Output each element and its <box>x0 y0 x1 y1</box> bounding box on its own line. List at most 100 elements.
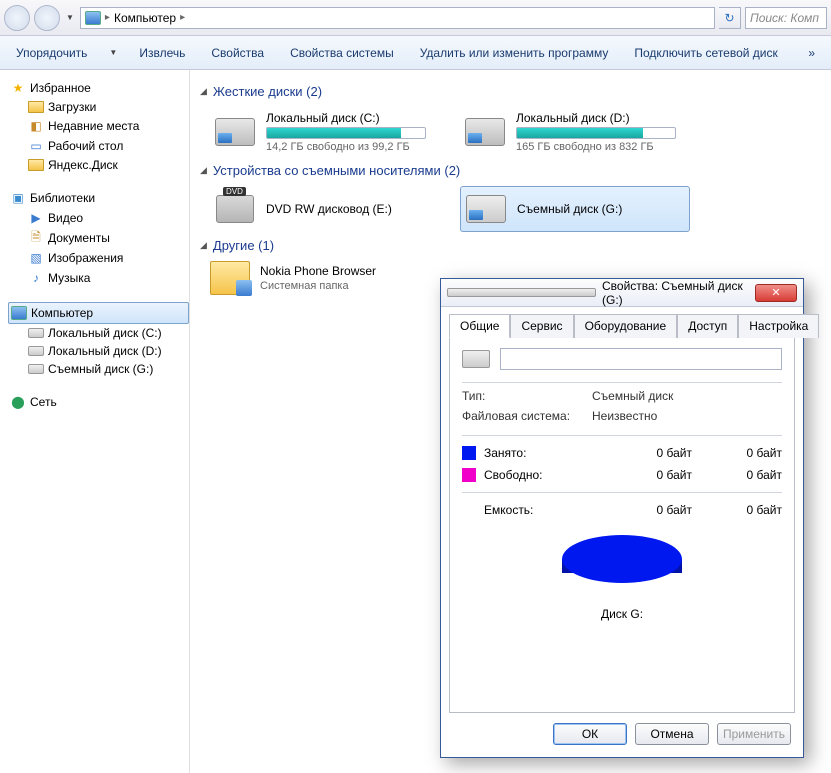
search-placeholder: Поиск: Комп <box>750 11 819 25</box>
close-button[interactable]: ✕ <box>755 284 797 302</box>
properties-button[interactable]: Свойства <box>205 42 270 64</box>
video-icon: ▶ <box>28 210 44 226</box>
capacity-bytes2: 0 байт <box>722 503 782 517</box>
sidebar-item-music[interactable]: ♪Музыка <box>8 268 189 288</box>
section-hard-disks[interactable]: ◢ Жесткие диски (2) <box>200 84 821 99</box>
cancel-button[interactable]: Отмена <box>635 723 709 745</box>
network-icon: ⬤ <box>10 394 26 410</box>
address-segment[interactable]: Компьютер <box>114 11 176 25</box>
disk-caption: Диск G: <box>601 607 643 621</box>
drive-icon <box>28 328 44 338</box>
recent-icon: ◧ <box>28 118 44 134</box>
computer-label: Компьютер <box>31 306 93 320</box>
drive-icon <box>28 364 44 374</box>
libraries-header[interactable]: ▣ Библиотеки <box>8 188 189 208</box>
drive-tile-d[interactable]: Локальный диск (D:) 165 ГБ свободно из 8… <box>460 107 690 157</box>
back-button[interactable] <box>4 5 30 31</box>
section-removable[interactable]: ◢ Устройства со съемными носителями (2) <box>200 163 821 178</box>
drive-icon <box>28 346 44 356</box>
free-color-swatch <box>462 468 476 482</box>
chevron-icon: ▸ <box>105 12 110 23</box>
capacity-bytes: 0 байт <box>632 503 692 517</box>
toolbar-overflow[interactable]: » <box>802 42 821 64</box>
used-bytes2: 0 байт <box>722 446 782 460</box>
system-folder-icon <box>210 261 250 295</box>
removable-disk-icon <box>466 195 506 223</box>
collapse-icon: ◢ <box>200 240 207 251</box>
free-label: Свободно: <box>484 468 543 482</box>
volume-label-input[interactable] <box>500 348 782 370</box>
folder-icon <box>28 101 44 113</box>
computer-icon <box>11 305 27 321</box>
organize-button[interactable]: Упорядочить <box>10 42 93 64</box>
sidebar-item-downloads[interactable]: Загрузки <box>8 98 189 116</box>
search-input[interactable]: Поиск: Комп <box>745 7 827 29</box>
free-bytes2: 0 байт <box>722 468 782 482</box>
used-color-swatch <box>462 446 476 460</box>
sidebar-item-drive-g[interactable]: Съемный диск (G:) <box>8 360 189 378</box>
filesystem-label: Файловая система: <box>462 409 582 423</box>
uninstall-button[interactable]: Удалить или изменить программу <box>414 42 615 64</box>
map-drive-button[interactable]: Подключить сетевой диск <box>628 42 783 64</box>
eject-button[interactable]: Извлечь <box>133 42 191 64</box>
collapse-icon: ◢ <box>200 86 207 97</box>
network-header[interactable]: ⬤ Сеть <box>8 392 189 412</box>
sidebar-item-video[interactable]: ▶Видео <box>8 208 189 228</box>
music-icon: ♪ <box>28 270 44 286</box>
sidebar-item-drive-c[interactable]: Локальный диск (C:) <box>8 324 189 342</box>
address-bar[interactable]: ▸ Компьютер ▸ <box>80 7 715 29</box>
drive-tile-dvd[interactable]: DVD RW дисковод (E:) <box>210 186 440 232</box>
network-label: Сеть <box>30 395 57 409</box>
dialog-titlebar[interactable]: Свойства: Съемный диск (G:) ✕ <box>441 279 803 307</box>
desktop-icon: ▭ <box>28 138 44 154</box>
image-icon: ▧ <box>28 250 44 266</box>
sidebar-item-documents[interactable]: 🗎Документы <box>8 228 189 248</box>
tab-strip: Общие Сервис Оборудование Доступ Настрой… <box>449 313 795 338</box>
section-other[interactable]: ◢ Другие (1) <box>200 238 821 253</box>
filesystem-value: Неизвестно <box>592 409 657 423</box>
ok-button[interactable]: ОК <box>553 723 627 745</box>
free-bytes: 0 байт <box>632 468 692 482</box>
toolbar: Упорядочить ▼ Извлечь Свойства Свойства … <box>0 36 831 70</box>
favorites-header[interactable]: ★ Избранное <box>8 78 189 98</box>
used-label: Занято: <box>484 446 526 460</box>
refresh-icon: ↻ <box>724 11 734 25</box>
usage-bar <box>266 127 426 139</box>
sidebar-item-drive-d[interactable]: Локальный диск (D:) <box>8 342 189 360</box>
tab-content: Тип: Съемный диск Файловая система: Неизве… <box>449 338 795 713</box>
chevron-icon: ▸ <box>180 12 185 23</box>
chevron-down-icon[interactable]: ▼ <box>107 48 119 57</box>
tab-customize[interactable]: Настройка <box>738 314 819 338</box>
drive-icon <box>462 350 490 368</box>
library-icon: ▣ <box>10 190 26 206</box>
computer-header[interactable]: Компьютер <box>8 302 189 324</box>
hdd-icon <box>465 118 505 146</box>
refresh-button[interactable]: ↻ <box>719 7 741 29</box>
capacity-label: Емкость: <box>484 503 533 517</box>
apply-button[interactable]: Применить <box>717 723 791 745</box>
star-icon: ★ <box>10 80 26 96</box>
tab-sharing[interactable]: Доступ <box>677 314 738 338</box>
folder-icon <box>28 159 44 171</box>
tab-tools[interactable]: Сервис <box>510 314 573 338</box>
system-properties-button[interactable]: Свойства системы <box>284 42 400 64</box>
used-bytes: 0 байт <box>632 446 692 460</box>
dialog-title: Свойства: Съемный диск (G:) <box>602 279 749 307</box>
type-value: Съемный диск <box>592 389 673 403</box>
collapse-icon: ◢ <box>200 165 207 176</box>
history-dropdown-icon[interactable]: ▼ <box>64 13 76 22</box>
drive-tile-c[interactable]: Локальный диск (C:) 14,2 ГБ свободно из … <box>210 107 440 157</box>
sidebar-item-images[interactable]: ▧Изображения <box>8 248 189 268</box>
favorites-label: Избранное <box>30 81 91 95</box>
sidebar-item-yandex[interactable]: Яндекс.Диск <box>8 156 189 174</box>
drive-tile-g[interactable]: Съемный диск (G:) <box>460 186 690 232</box>
tab-general[interactable]: Общие <box>449 314 510 338</box>
type-label: Тип: <box>462 389 582 403</box>
forward-button[interactable] <box>34 5 60 31</box>
dvd-icon <box>216 195 254 223</box>
sidebar-item-desktop[interactable]: ▭Рабочий стол <box>8 136 189 156</box>
libraries-label: Библиотеки <box>30 191 95 205</box>
usage-bar <box>516 127 676 139</box>
sidebar-item-recent[interactable]: ◧Недавние места <box>8 116 189 136</box>
tab-hardware[interactable]: Оборудование <box>574 314 678 338</box>
